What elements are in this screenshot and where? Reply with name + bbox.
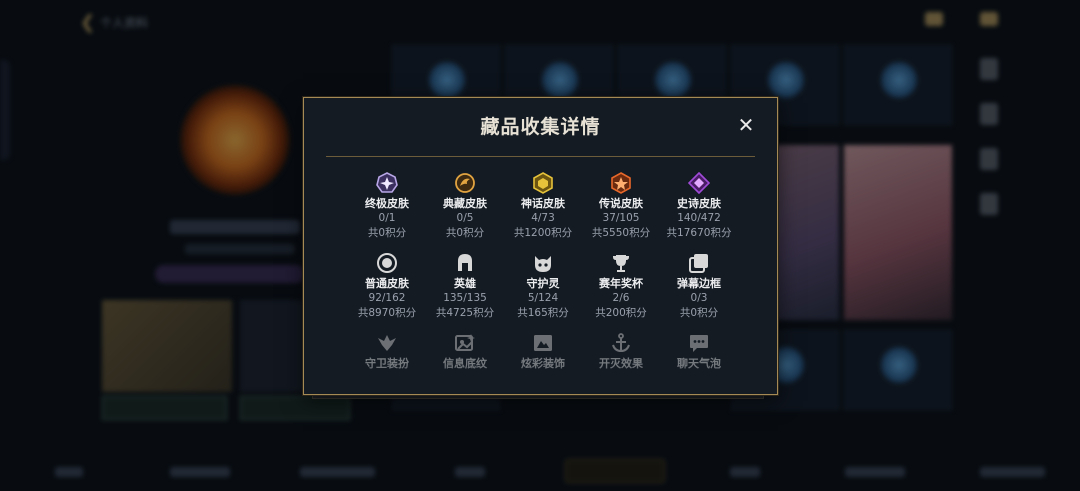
- category-count: 4/73: [531, 212, 555, 224]
- category-points: 共0积分: [367, 227, 407, 239]
- category-points: 共0积分: [445, 227, 485, 239]
- category-points: 共0积分: [679, 307, 719, 319]
- category-count: 92/162: [368, 292, 406, 304]
- collection-row: 守卫装扮 信息底纹 炫彩装饰 开灭效果 聊天气泡: [348, 332, 738, 394]
- collection-row: 普通皮肤 92/162 共8970积分 英雄 135/135 共4725积分 守护灵 5/12…: [348, 252, 738, 332]
- close-icon[interactable]: ✕: [735, 114, 757, 136]
- mythic-skin-icon: [504, 172, 582, 194]
- category-label: 炫彩装饰: [521, 357, 565, 370]
- collector-skin-icon: [426, 172, 504, 194]
- category-points: 共17670积分: [666, 227, 732, 239]
- category-label: 传说皮肤: [599, 197, 643, 210]
- collection-category[interactable]: 英雄 135/135 共4725积分: [426, 252, 504, 332]
- category-count: 135/135: [443, 292, 487, 304]
- category-points: 共8970积分: [357, 307, 417, 319]
- collection-category[interactable]: 聊天气泡: [660, 332, 738, 394]
- category-label: 史诗皮肤: [677, 197, 721, 210]
- collection-details-dialog: 藏品收集详情 ✕ 终极皮肤 0/1 共0积分 典藏皮肤 0/5 共0积分 神话皮肤 4/73 共…: [303, 97, 778, 395]
- chat-bubble-icon: [660, 332, 738, 354]
- collection-category[interactable]: 典藏皮肤 0/5 共0积分: [426, 172, 504, 252]
- category-count: 0/5: [456, 212, 474, 224]
- collection-category[interactable]: 史诗皮肤 140/472 共17670积分: [660, 172, 738, 252]
- collection-category[interactable]: 炫彩装饰: [504, 332, 582, 394]
- category-count: 0/1: [378, 212, 396, 224]
- collection-category[interactable]: 守护灵 5/124 共165积分: [504, 252, 582, 332]
- collection-category[interactable]: 弹幕边框 0/3 共0积分: [660, 252, 738, 332]
- category-label: 普通皮肤: [365, 277, 409, 290]
- category-points: 共165积分: [517, 307, 569, 319]
- collection-grid: 终极皮肤 0/1 共0积分 典藏皮肤 0/5 共0积分 神话皮肤 4/73 共1200积分 传说皮…: [348, 172, 738, 394]
- barrage-frame-icon: [660, 252, 738, 274]
- collection-category[interactable]: 神话皮肤 4/73 共1200积分: [504, 172, 582, 252]
- category-label: 赛年奖杯: [599, 277, 643, 290]
- legendary-skin-icon: [582, 172, 660, 194]
- normal-skin-icon: [348, 252, 426, 274]
- epic-skin-icon: [660, 172, 738, 194]
- category-label: 弹幕边框: [677, 277, 721, 290]
- title-divider: [326, 156, 755, 157]
- info-card-icon: [426, 332, 504, 354]
- category-label: 信息底纹: [443, 357, 487, 370]
- category-count: 5/124: [527, 292, 559, 304]
- category-points: 共5550积分: [591, 227, 651, 239]
- anchor-icon: [582, 332, 660, 354]
- dialog-title: 藏品收集详情: [480, 116, 601, 138]
- collection-category[interactable]: 开灭效果: [582, 332, 660, 394]
- guardian-spirit-icon: [504, 252, 582, 274]
- category-label: 终极皮肤: [365, 197, 409, 210]
- guard-badge-icon: [348, 332, 426, 354]
- category-points: 共1200积分: [513, 227, 573, 239]
- category-label: 守卫装扮: [365, 357, 409, 370]
- category-label: 聊天气泡: [677, 357, 721, 370]
- collection-row: 终极皮肤 0/1 共0积分 典藏皮肤 0/5 共0积分 神话皮肤 4/73 共1200积分 传说皮…: [348, 172, 738, 252]
- category-points: 共4725积分: [435, 307, 495, 319]
- trophy-icon: [582, 252, 660, 274]
- portrait-frame-icon: [504, 332, 582, 354]
- hero-helmet-icon: [426, 252, 504, 274]
- category-count: 2/6: [612, 292, 630, 304]
- collection-category[interactable]: 终极皮肤 0/1 共0积分: [348, 172, 426, 252]
- category-count: 37/105: [602, 212, 640, 224]
- collection-category[interactable]: 赛年奖杯 2/6 共200积分: [582, 252, 660, 332]
- collection-category[interactable]: 守卫装扮: [348, 332, 426, 394]
- collection-category[interactable]: 信息底纹: [426, 332, 504, 394]
- collection-category[interactable]: 传说皮肤 37/105 共5550积分: [582, 172, 660, 252]
- category-label: 守护灵: [526, 277, 560, 290]
- collection-category[interactable]: 普通皮肤 92/162 共8970积分: [348, 252, 426, 332]
- category-label: 英雄: [454, 277, 476, 290]
- category-label: 典藏皮肤: [443, 197, 487, 210]
- category-label: 开灭效果: [599, 357, 643, 370]
- category-count: 0/3: [690, 292, 708, 304]
- ultimate-skin-icon: [348, 172, 426, 194]
- category-count: 140/472: [677, 212, 721, 224]
- category-label: 神话皮肤: [521, 197, 565, 210]
- category-points: 共200积分: [595, 307, 647, 319]
